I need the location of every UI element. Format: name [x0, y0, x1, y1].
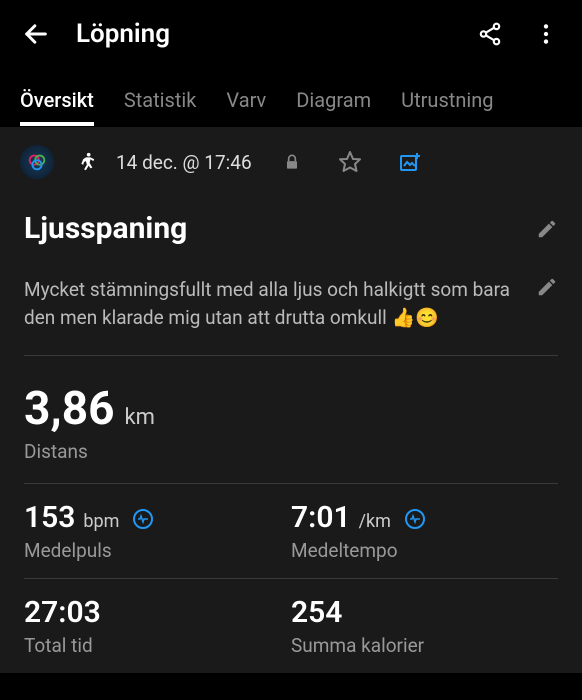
- edit-description-button[interactable]: [536, 276, 558, 298]
- lock-icon[interactable]: [282, 152, 302, 172]
- pulse-icon[interactable]: [405, 509, 425, 529]
- avg-hr-unit: bpm: [83, 511, 119, 532]
- avg-hr-stat: 153 bpm Medelpuls: [24, 484, 291, 578]
- avg-pace-unit: /km: [359, 511, 391, 532]
- avg-hr-value: 153: [24, 500, 75, 535]
- pulse-icon[interactable]: [133, 509, 153, 529]
- distance-label: Distans: [24, 440, 558, 463]
- total-time-stat: 27:03 Total tid: [24, 579, 291, 673]
- running-icon: [74, 151, 96, 173]
- activity-meta-row: 14 dec. @ 17:46: [0, 127, 582, 197]
- calories-label: Summa kalorier: [291, 634, 558, 657]
- favorite-star-icon[interactable]: [338, 150, 362, 174]
- tab-overview[interactable]: Översikt: [20, 88, 94, 126]
- connect-rings-icon[interactable]: [20, 145, 54, 179]
- avg-hr-label: Medelpuls: [24, 539, 291, 562]
- tab-laps[interactable]: Varv: [226, 88, 266, 126]
- tab-gear[interactable]: Utrustning: [401, 88, 493, 126]
- app-header: Löpning: [0, 0, 582, 68]
- total-time-value: 27:03: [24, 595, 101, 630]
- activity-datetime: 14 dec. @ 17:46: [116, 151, 252, 174]
- avg-pace-label: Medeltempo: [291, 539, 558, 562]
- edit-title-button[interactable]: [536, 218, 558, 240]
- calories-stat: 254 Summa kalorier: [291, 579, 558, 673]
- page-title: Löpning: [76, 19, 450, 49]
- distance-unit: km: [124, 405, 154, 430]
- share-button[interactable]: [474, 18, 506, 50]
- activity-title: Ljusspaning: [24, 211, 520, 246]
- distance-stat: 3,86 km Distans: [0, 356, 582, 483]
- tab-charts[interactable]: Diagram: [296, 88, 371, 126]
- add-photo-icon[interactable]: [398, 150, 422, 174]
- tab-statistics[interactable]: Statistik: [124, 88, 197, 126]
- overview-content: 14 dec. @ 17:46: [0, 127, 582, 673]
- total-time-label: Total tid: [24, 634, 291, 657]
- calories-value: 254: [291, 595, 342, 630]
- activity-description: Mycket stämningsfullt med alla ljus och …: [24, 276, 520, 331]
- tab-bar: Översikt Statistik Varv Diagram Utrustni…: [0, 88, 582, 127]
- avg-pace-value: 7:01: [291, 500, 351, 535]
- avg-pace-stat: 7:01 /km Medeltempo: [291, 484, 558, 578]
- back-button[interactable]: [20, 18, 52, 50]
- more-menu-button[interactable]: [530, 18, 562, 50]
- distance-value: 3,86: [24, 382, 115, 436]
